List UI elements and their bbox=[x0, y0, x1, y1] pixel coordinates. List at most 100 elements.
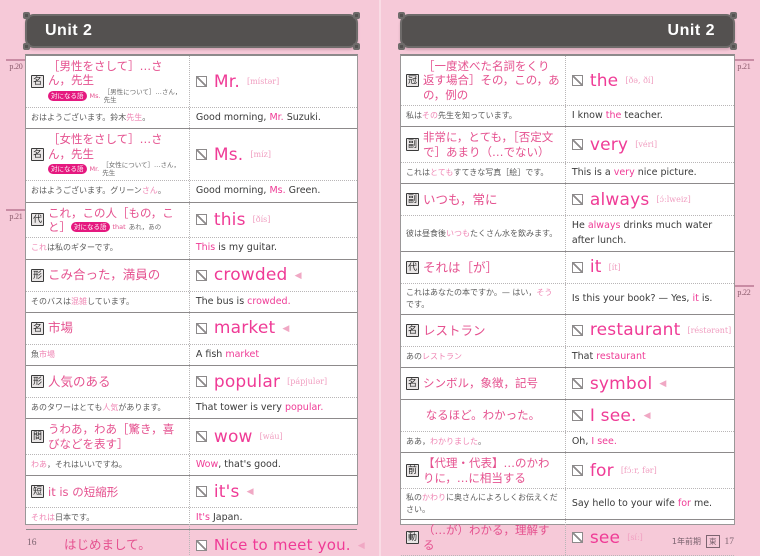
audio-icon[interactable]: ◀ bbox=[659, 378, 666, 389]
example-en-post: Suzuki. bbox=[283, 112, 321, 123]
example-ja-highlight: 混雑 bbox=[71, 296, 87, 306]
right-page: p.21 p.22 Unit 2 冠 ［一度述べた名詞をくり返す場合］その，この，… bbox=[380, 0, 760, 556]
checkbox[interactable] bbox=[571, 410, 583, 422]
checkbox[interactable] bbox=[571, 532, 583, 543]
example-ja-highlight: これ bbox=[31, 243, 47, 253]
page-number: 16 bbox=[27, 538, 37, 548]
example-japanese-cell: 私のかわりに奥さんによろしくお伝えください。 bbox=[401, 489, 566, 520]
example-english: Good morning, Ms. Green. bbox=[196, 184, 321, 198]
example-english: The bus is crowded. bbox=[196, 295, 291, 309]
checkbox[interactable] bbox=[195, 214, 207, 226]
checkbox[interactable] bbox=[195, 431, 207, 443]
english-headword: Nice to meet you. bbox=[213, 536, 351, 554]
japanese-meaning: ［女性をさして］…さん，先生 対になる語 Mr. ［女性について］…さん，先生 bbox=[48, 132, 184, 177]
part-of-speech-badge: 冠 bbox=[406, 74, 419, 88]
example-english-cell: The bus is crowded. bbox=[190, 292, 357, 312]
japanese-meaning-cell: はじめまして。 bbox=[26, 529, 190, 556]
english-word-cell: popular [pápjulər] bbox=[190, 366, 357, 397]
checkbox[interactable] bbox=[195, 149, 207, 161]
english-headword: popular bbox=[213, 371, 281, 392]
headword-row: 代 これ，この人［もの，こと］ 対になる語 that あれ，あの this [ðís] bbox=[26, 202, 357, 238]
example-japanese: 私のかわりに奥さんによろしくお伝えください。 bbox=[406, 492, 560, 516]
textbook-spread: p.20 p.21 Unit 2 名 ［男性をさして］…さん，先生 対になる語 Ms.… bbox=[0, 0, 760, 556]
part-of-speech-badge: 名 bbox=[406, 377, 419, 391]
english-word-cell: symbol ◀ bbox=[566, 368, 734, 399]
checkbox[interactable] bbox=[195, 539, 207, 551]
audio-icon[interactable]: ◀ bbox=[358, 540, 365, 551]
checkbox[interactable] bbox=[195, 322, 207, 334]
checkbox[interactable] bbox=[571, 261, 583, 273]
audio-icon[interactable]: ◀ bbox=[247, 486, 254, 497]
part-of-speech-badge: 名 bbox=[31, 75, 44, 88]
example-row: そのバスは混雑しています。 The bus is crowded. bbox=[26, 290, 357, 312]
example-ja-post: 。 bbox=[157, 186, 166, 196]
example-ja-highlight: とても bbox=[430, 168, 454, 178]
checkbox[interactable] bbox=[195, 376, 207, 387]
example-ja-pre: 彼は昼食後 bbox=[406, 228, 446, 238]
example-english: This is my guitar. bbox=[196, 241, 277, 255]
vocabulary-entry: 名 ［男性をさして］…さん，先生 対になる語 Ms. ［男性について］…さん，先生 M… bbox=[26, 56, 357, 130]
page-footer: 1年前期 東 17 bbox=[672, 535, 734, 548]
example-row: これは私のギターです。 This is my guitar. bbox=[26, 237, 357, 259]
pronunciation: [ɔ́ːlweiz] bbox=[656, 195, 691, 205]
example-english-cell: Wow, that's good. bbox=[190, 455, 357, 475]
example-row: ああ，わかりました。 Oh, I see. bbox=[401, 431, 734, 453]
part-of-speech-badge: 短 bbox=[31, 485, 44, 499]
example-ja-pre: あの bbox=[406, 352, 422, 361]
checkbox[interactable] bbox=[571, 139, 583, 151]
checkbox[interactable] bbox=[195, 76, 207, 87]
example-english: That tower is very popular. bbox=[196, 401, 324, 415]
example-japanese-cell: ああ，わかりました。 bbox=[401, 432, 566, 453]
example-japanese: あのレストラン bbox=[406, 351, 462, 363]
japanese-meaning-text: 非常に，とても，［否定文で］あまり（…でない） bbox=[423, 130, 554, 159]
example-english: I know the teacher. bbox=[572, 109, 663, 123]
english-headword: this bbox=[213, 209, 246, 230]
english-headword: the bbox=[589, 70, 619, 91]
example-japanese-cell: おはようございます。鈴木先生。 bbox=[26, 108, 190, 129]
checkbox[interactable] bbox=[195, 486, 207, 498]
headword-row: 名 ［男性をさして］…さん，先生 対になる語 Ms. ［男性について］…さん，先生 M… bbox=[26, 56, 357, 107]
part-of-speech-badge: 代 bbox=[406, 260, 419, 274]
japanese-meaning-text: それは［が］ bbox=[423, 259, 499, 275]
japanese-meaning-text: ［男性をさして］…さん，先生 bbox=[48, 59, 163, 88]
example-row: それは日本です。 It's Japan. bbox=[26, 507, 357, 529]
example-en-pre: Is this your book? — Yes, bbox=[571, 292, 693, 304]
japanese-meaning: 人気のある bbox=[48, 374, 111, 390]
japanese-meaning-text: 市場 bbox=[48, 320, 74, 336]
example-english-cell: That tower is very popular. bbox=[190, 398, 357, 418]
example-en-pre: He bbox=[571, 220, 588, 232]
example-row: これはとてもすてきな写真［絵］です。 This is a very nice p… bbox=[401, 162, 734, 184]
japanese-meaning-cell: 前 【代理・代表】…のかわりに，…に相当する bbox=[401, 453, 566, 489]
example-en-highlight: always bbox=[587, 220, 621, 232]
headword-row: 名 市場 market ◀ bbox=[26, 312, 357, 344]
example-en-pre: I know bbox=[571, 110, 606, 122]
vocabulary-entry: 代 これ，この人［もの，こと］ 対になる語 that あれ，あの this [ðís]… bbox=[26, 202, 357, 260]
example-english-cell: Say hello to your wife for me. bbox=[566, 489, 734, 519]
japanese-meaning: それは［が］ bbox=[423, 260, 498, 276]
audio-icon[interactable]: ◀ bbox=[282, 323, 289, 334]
english-word-cell: always [ɔ́ːlweiz] bbox=[566, 184, 734, 215]
publisher-badge: 東 bbox=[706, 535, 720, 548]
vocabulary-entry: 副 非常に，とても，［否定文で］あまり（…でない） very [véri] これ… bbox=[401, 127, 734, 185]
audio-icon[interactable]: ◀ bbox=[644, 410, 651, 421]
checkbox[interactable] bbox=[571, 378, 583, 390]
example-ja-pre: 私の bbox=[406, 493, 422, 503]
audio-icon[interactable]: ◀ bbox=[295, 270, 302, 281]
example-ja-post: しています。 bbox=[87, 296, 134, 306]
example-japanese: 私はその先生を知っています。 bbox=[406, 110, 517, 122]
checkbox[interactable] bbox=[571, 194, 583, 206]
japanese-meaning: シンボル，象徴，記号 bbox=[423, 376, 538, 390]
example-english: Oh, I see. bbox=[572, 435, 617, 449]
example-ja-post: たくさん水を飲みます。 bbox=[470, 228, 558, 238]
checkbox[interactable] bbox=[571, 75, 583, 87]
english-headword: Ms. bbox=[213, 144, 244, 165]
example-japanese: これはとてもすてきな写真［絵］です。 bbox=[406, 167, 548, 179]
example-ja-highlight: その bbox=[422, 111, 438, 121]
example-japanese: おはようございます。グリーンさん。 bbox=[31, 185, 166, 197]
checkbox[interactable] bbox=[571, 465, 583, 477]
checkbox[interactable] bbox=[195, 269, 207, 281]
part-of-speech-badge: 形 bbox=[31, 375, 44, 388]
checkbox[interactable] bbox=[571, 324, 583, 336]
japanese-meaning-cell: 名 レストラン bbox=[401, 314, 566, 346]
example-japanese: 魚市場 bbox=[31, 349, 55, 361]
